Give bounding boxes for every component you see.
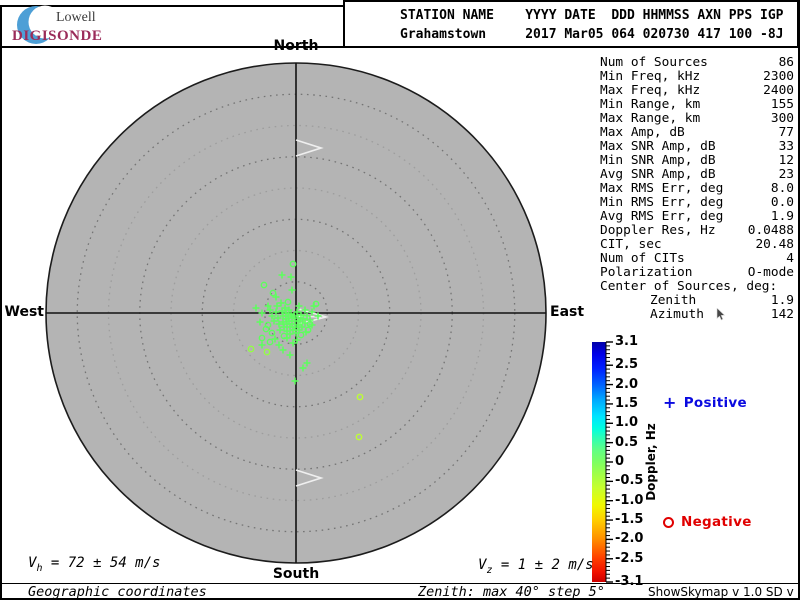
param-value: 20.48: [755, 237, 794, 252]
param-value: 12: [778, 153, 794, 168]
doppler-colorbar: [592, 342, 606, 582]
param-value: 142: [770, 307, 794, 322]
param-label: Min Freq, kHz: [600, 69, 701, 84]
param-row: Zenith 1.9: [600, 294, 794, 308]
param-value: 2300: [763, 69, 794, 84]
param-row: Num of Sources 86: [600, 56, 794, 70]
param-label: Avg SNR Amp, dB: [600, 167, 716, 182]
compass-east-label: East: [550, 304, 585, 320]
param-row: Doppler Res, Hz 0.0488: [600, 224, 794, 238]
colorbar-tick-label: -1.0: [615, 492, 644, 508]
param-value: 2400: [763, 83, 794, 98]
param-row: Min RMS Err, deg 0.0: [600, 196, 794, 210]
param-label: Max RMS Err, deg: [600, 181, 724, 196]
param-label: Doppler Res, Hz: [600, 223, 716, 238]
colorbar-tick-label: 1.0: [615, 415, 639, 431]
colorbar-tick-label: 0.5: [615, 434, 639, 450]
colorbar-tick-label: -3.1: [615, 574, 644, 589]
colorbar-title: Doppler, Hz: [644, 423, 658, 501]
param-label: Center of Sources, deg:: [600, 279, 778, 294]
compass-west-label: West: [4, 304, 44, 320]
param-row: Center of Sources, deg:: [600, 280, 794, 294]
param-value: 23: [778, 167, 794, 182]
param-label: Max Range, km: [600, 111, 701, 126]
zenith-scale-label: Zenith: max 40° step 5°: [418, 584, 605, 600]
param-value: 4: [786, 251, 794, 266]
logo-digisonde-text: DIGISONDE: [12, 28, 103, 44]
compass-south-label: South: [272, 566, 320, 582]
version-label: ShowSkymap v 1.0 SD v 5.1: [648, 585, 794, 600]
param-value: 0.0: [770, 195, 794, 210]
vh-value: = 72 ± 54 m/s: [42, 555, 161, 571]
param-value: 300: [770, 111, 794, 126]
plus-marker-icon: +: [663, 393, 677, 412]
param-row: Azimuth 142: [600, 308, 794, 322]
legend-positive-label: Positive: [683, 394, 747, 411]
param-row: Min SNR Amp, dB 12: [600, 154, 794, 168]
param-row: Max RMS Err, deg 8.0: [600, 182, 794, 196]
legend-positive: + Positive: [663, 393, 747, 412]
colorbar-tick-label: 0: [615, 454, 625, 469]
colorbar-tick-label: -0.5: [615, 473, 644, 489]
param-row: Max Amp, dB 77: [600, 126, 794, 140]
frame-left: [0, 5, 2, 600]
station-header-values: Grahamstown 2017 Mar05 064 020730 417 10…: [400, 27, 784, 42]
param-row: Max Range, km 300: [600, 112, 794, 126]
param-row: CIT, sec 20.48: [600, 238, 794, 252]
param-row: Min Range, km 155: [600, 98, 794, 112]
param-label: Min SNR Amp, dB: [600, 153, 716, 168]
legend-negative-label: Negative: [681, 514, 752, 530]
colorbar-tick-label: -1.5: [615, 512, 644, 528]
param-value: 77: [778, 125, 794, 140]
param-label: Num of Sources: [600, 55, 708, 70]
param-row: Min Freq, kHz 2300: [600, 70, 794, 84]
param-value: O-mode: [747, 265, 794, 280]
colorbar-tick-label: -2.5: [615, 550, 644, 566]
legend-negative: Negative: [663, 514, 752, 530]
parameter-list: Num of Sources 86 Min Freq, kHz 2300 Max Fre…: [600, 56, 794, 322]
showskymap-window: Lowell DIGISONDE STATION NAME YYYY DATE …: [0, 0, 800, 600]
param-label: Max Amp, dB: [600, 125, 685, 140]
param-label: Num of CITs: [600, 251, 685, 266]
colorbar-tick-label: 2.5: [615, 357, 639, 373]
param-value: 0.0488: [747, 223, 794, 238]
param-label: Max SNR Amp, dB: [600, 139, 716, 154]
coordinates-label: Geographic coordinates: [28, 584, 207, 600]
param-label: Polarization: [600, 265, 693, 280]
mouse-cursor: [716, 308, 726, 321]
param-label: Azimuth: [650, 307, 704, 322]
colorbar-tick-label: 2.0: [615, 376, 639, 392]
param-label: Avg RMS Err, deg: [600, 209, 724, 224]
colorbar-tick-label: -2.0: [615, 531, 644, 547]
station-header-text: STATION NAME YYYY DATE DDD HHMMSS AXN PP…: [345, 2, 797, 44]
param-label: Zenith: [650, 293, 697, 308]
param-value: 33: [778, 139, 794, 154]
lowell-digisonde-logo: Lowell DIGISONDE: [8, 4, 158, 48]
compass-north-label: North: [273, 38, 319, 54]
horizontal-velocity-text: Vh = 72 ± 54 m/s: [28, 555, 160, 574]
param-value: 86: [778, 55, 794, 70]
param-row: Num of CITs 4: [600, 252, 794, 266]
station-header-box: STATION NAME YYYY DATE DDD HHMMSS AXN PP…: [343, 0, 799, 48]
logo-lowell-text: Lowell: [56, 10, 96, 25]
param-value: 155: [770, 97, 794, 112]
param-row: Max Freq, kHz 2400: [600, 84, 794, 98]
param-label: Max Freq, kHz: [600, 83, 701, 98]
param-row: Max SNR Amp, dB 33: [600, 140, 794, 154]
colorbar-tick-label: 1.5: [615, 395, 639, 411]
param-label: Min Range, km: [600, 97, 701, 112]
param-value: 1.9: [770, 293, 794, 308]
param-row: Polarization O-mode: [600, 266, 794, 280]
station-header-columns: STATION NAME YYYY DATE DDD HHMMSS AXN PP…: [400, 8, 784, 23]
vertical-velocity-text: Vz = 1 ± 2 m/s: [478, 557, 594, 576]
circle-marker-icon: [663, 516, 674, 528]
param-row: Avg SNR Amp, dB 23: [600, 168, 794, 182]
colorbar-tick-label: 3.1: [615, 334, 639, 349]
vz-value: = 1 ± 2 m/s: [492, 557, 594, 573]
param-row: Avg RMS Err, deg 1.9: [600, 210, 794, 224]
param-label: CIT, sec: [600, 237, 662, 252]
param-value: 8.0: [770, 181, 794, 196]
param-value: 1.9: [770, 209, 794, 224]
param-label: Min RMS Err, deg: [600, 195, 724, 210]
